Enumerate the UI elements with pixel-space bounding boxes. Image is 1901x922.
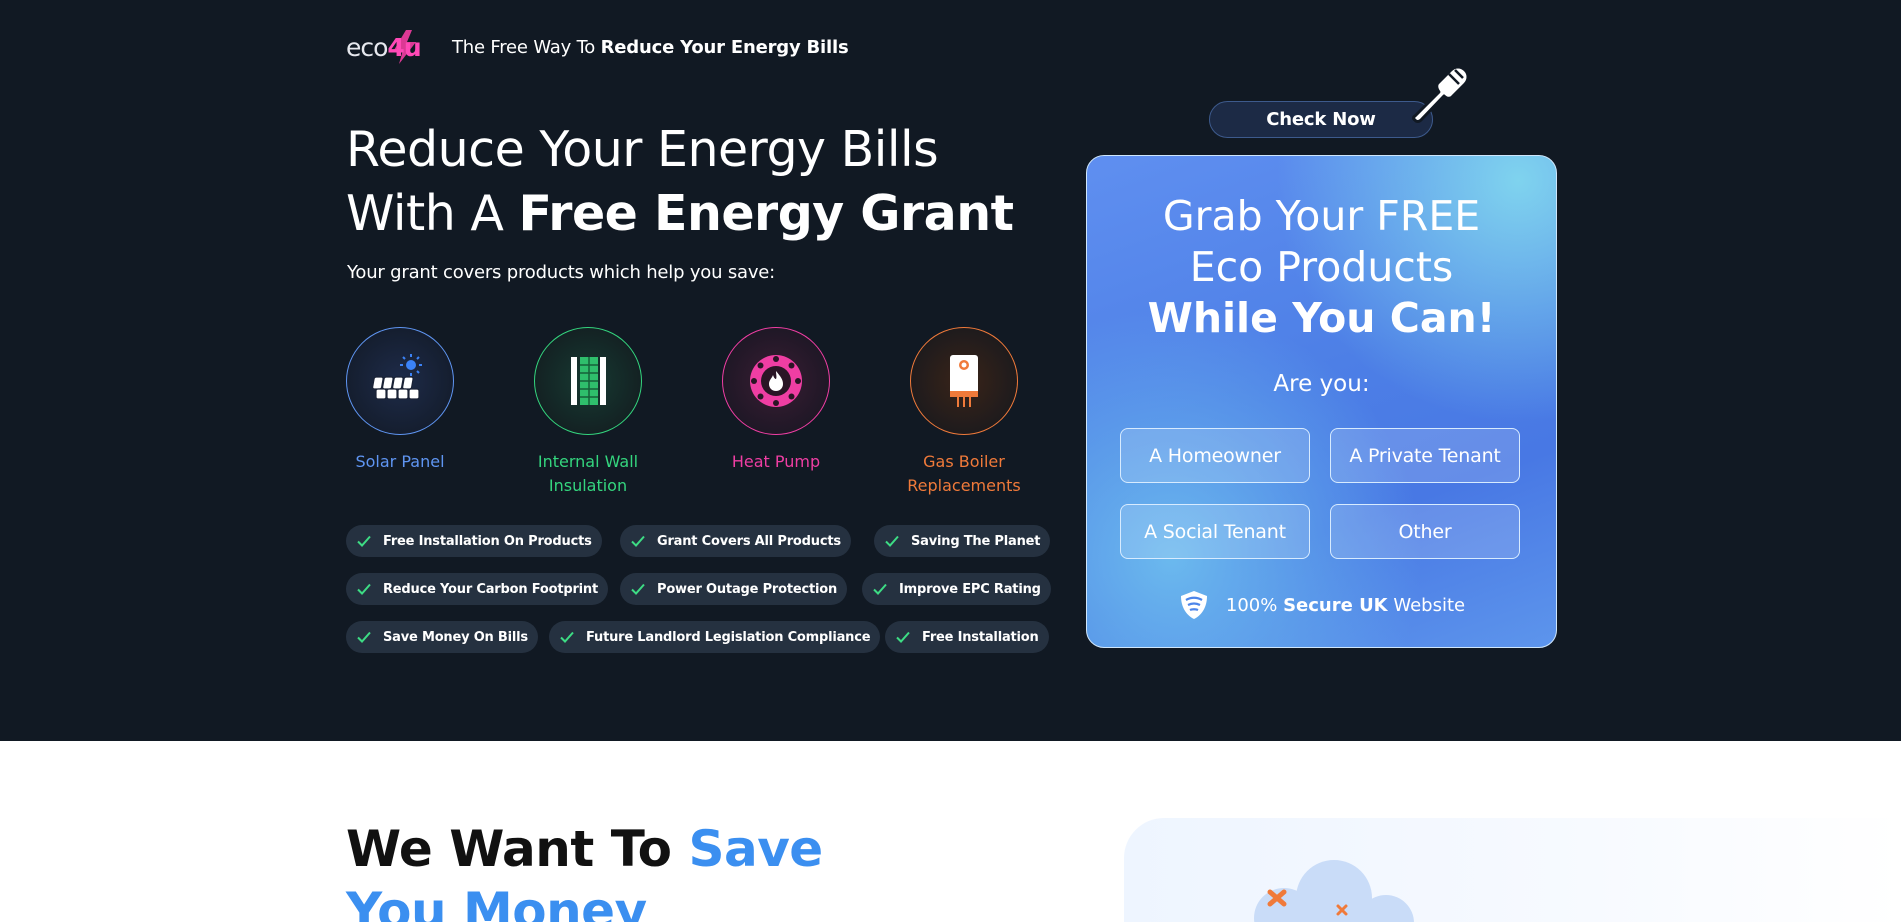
product-label: Gas Boiler Replacements: [907, 452, 1021, 495]
check-icon: [357, 631, 371, 643]
card-title: Grab Your FREE Eco Products While You Ca…: [1087, 191, 1556, 344]
wall-insulation-icon: [571, 357, 606, 405]
are-you-question: Are you:: [1273, 371, 1370, 397]
product-gas-boiler[interactable]: Gas Boiler Replacements: [884, 327, 1044, 498]
section-title: We Want To Save You Money: [346, 818, 823, 922]
check-icon: [896, 631, 910, 643]
product-circle: [910, 327, 1018, 435]
benefit-chip: Grant Covers All Products: [620, 525, 851, 557]
benefit-text: Save Money On Bills: [383, 629, 528, 645]
benefit-chip: Future Landlord Legislation Compliance: [549, 621, 881, 653]
hero-title-line2: With A Free Energy Grant: [346, 182, 1014, 246]
product-wall-insulation[interactable]: Internal Wall Insulation: [508, 327, 668, 498]
check-icon: [631, 535, 645, 547]
tagline: The Free Way To Reduce Your Energy Bills: [452, 36, 849, 58]
benefit-chip: Save Money On Bills: [346, 621, 538, 653]
option-other-button[interactable]: Other: [1330, 504, 1520, 559]
benefit-chip: Free Installation: [885, 621, 1049, 653]
heat-pump-icon: [750, 355, 802, 407]
product-heat-pump[interactable]: Heat Pump: [696, 327, 856, 474]
benefit-chip: Free Installation On Products: [346, 525, 602, 557]
hero-section: eco4u The Free Way To Reduce Your Energy…: [0, 0, 1901, 741]
check-icon: [357, 535, 371, 547]
section-title-blue-1: Save: [688, 820, 823, 878]
check-icon: [873, 583, 887, 595]
benefit-chip: Improve EPC Rating: [862, 573, 1051, 605]
check-icon: [560, 631, 574, 643]
eco4u-logo[interactable]: eco4u: [346, 26, 422, 68]
logo-text-4u: 4u: [387, 32, 421, 62]
check-icon: [631, 583, 645, 595]
card-title-line3: While You Can!: [1147, 294, 1496, 342]
benefit-chip: Power Outage Protection: [620, 573, 848, 605]
product-solar-panel[interactable]: Solar Panel: [320, 327, 480, 474]
benefit-chip: Saving The Planet: [874, 525, 1051, 557]
card-title-line1: Grab Your FREE: [1162, 192, 1481, 240]
section-title-blue-2: You Money: [346, 882, 647, 922]
product-label: Solar Panel: [355, 452, 445, 471]
hero-title-line2-bold: Free Energy Grant: [518, 185, 1014, 242]
cloud-illustration: [1254, 860, 1414, 922]
benefit-text: Free Installation On Products: [383, 533, 592, 549]
benefit-text: Future Landlord Legislation Compliance: [586, 629, 871, 645]
tagline-bold: Reduce Your Energy Bills: [600, 36, 849, 58]
section-title-plain: We Want To: [346, 820, 689, 878]
grant-signup-card: Grab Your FREE Eco Products While You Ca…: [1086, 155, 1557, 648]
card-title-line2: Eco Products: [1189, 243, 1454, 291]
check-icon: [885, 535, 899, 547]
product-label: Heat Pump: [731, 452, 821, 471]
hero-subtitle: Your grant covers products which help yo…: [347, 262, 776, 283]
top-bar: eco4u The Free Way To Reduce Your Energy…: [346, 26, 849, 68]
savings-illustration: [1124, 818, 1901, 922]
check-now-button[interactable]: Check Now: [1209, 101, 1433, 138]
hero-title: Reduce Your Energy Bills With A Free Ene…: [346, 118, 1014, 246]
secure-text-bold: Secure UK: [1283, 594, 1388, 616]
benefit-text: Reduce Your Carbon Footprint: [383, 581, 598, 597]
hero-title-line1: Reduce Your Energy Bills: [346, 121, 939, 178]
product-list: Solar Panel Internal Wall Insulation Hea…: [346, 327, 1066, 497]
logo-text-eco: eco: [346, 32, 388, 62]
gas-boiler-icon: [950, 355, 978, 407]
product-label: Internal Wall Insulation: [537, 452, 639, 495]
benefit-text: Power Outage Protection: [657, 581, 838, 597]
benefit-text: Saving The Planet: [911, 533, 1041, 549]
benefit-chip: Reduce Your Carbon Footprint: [346, 573, 608, 605]
check-icon: [357, 583, 371, 595]
option-homeowner-button[interactable]: A Homeowner: [1120, 428, 1310, 483]
product-circle: [722, 327, 830, 435]
secure-text-a: 100%: [1225, 594, 1284, 616]
product-circle: [534, 327, 642, 435]
hero-title-line2-plain: With A: [346, 185, 519, 242]
benefit-text: Improve EPC Rating: [899, 581, 1041, 597]
option-private-tenant-button[interactable]: A Private Tenant: [1330, 428, 1520, 483]
benefit-text: Free Installation: [922, 629, 1039, 645]
secure-shield-icon: [1180, 591, 1207, 619]
product-circle: [346, 327, 454, 435]
benefit-text: Grant Covers All Products: [657, 533, 841, 549]
secure-text-b: Website: [1387, 594, 1466, 616]
solar-panel-icon: [372, 354, 422, 400]
option-social-tenant-button[interactable]: A Social Tenant: [1120, 504, 1310, 559]
pointing-hand-icon: [1412, 65, 1470, 123]
secure-website-badge: 100% Secure UK Website: [1087, 589, 1556, 621]
tagline-plain: The Free Way To: [452, 36, 601, 58]
